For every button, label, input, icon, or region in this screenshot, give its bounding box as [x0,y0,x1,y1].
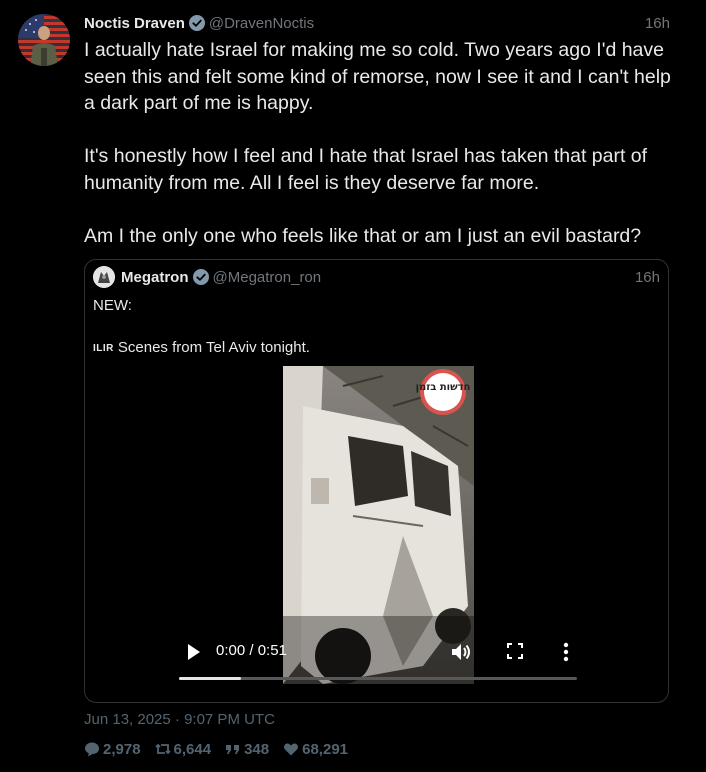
verified-icon [188,15,205,31]
video-progress-fill [179,677,241,680]
video-watermark: חדשות בזמן [416,382,471,393]
video-time: 0:00 / 0:51 [216,642,287,659]
author-handle[interactable]: @DravenNoctis [209,15,314,32]
quote-count[interactable]: 348 [225,741,269,758]
video-progress-bar[interactable] [179,677,577,680]
quote-text-line2: ILIR Scenes from Tel Aviv tonight. [93,339,310,356]
tweet-stats: 2,978 6,644 348 68,291 [84,739,362,759]
quote-icon [226,745,240,754]
video-controls: 0:00 / 0:51 [169,630,589,690]
tweet-time[interactable]: 16h [645,15,670,32]
verified-icon [192,269,209,285]
reply-count[interactable]: 2,978 [84,741,141,758]
quote-author-name[interactable]: Megatron [121,269,189,286]
retweet-count-value: 6,644 [173,740,212,758]
quote-author-handle[interactable]: @Megatron_ron [213,269,322,286]
author-avatar[interactable] [18,14,70,66]
quote-tweet[interactable]: Megatron @Megatron_ron 16h NEW: ILIR Scen… [84,259,669,703]
tweet: Noctis Draven @DravenNoctis 16h I actual… [0,0,706,772]
tweet-text: I actually hate Israel for making me so … [84,39,671,248]
play-icon[interactable] [187,644,201,660]
quote-avatar[interactable] [93,266,115,288]
like-count[interactable]: 68,291 [283,741,348,758]
quote-caption: Scenes from Tel Aviv tonight. [117,339,310,356]
volume-icon[interactable] [451,643,471,661]
tweet-date[interactable]: Jun 13, 2025 · 9:07 PM UTC [84,711,275,728]
retweet-count[interactable]: 6,644 [154,740,212,758]
author-name[interactable]: Noctis Draven [84,15,185,32]
quote-time[interactable]: 16h [635,269,660,286]
fullscreen-icon[interactable] [507,643,523,659]
reply-count-value: 2,978 [103,740,141,758]
quote-count-value: 348 [244,740,270,758]
reply-icon [85,742,99,757]
heart-icon [284,743,299,756]
flag-label: ILIR [93,343,114,354]
quote-header: Megatron @Megatron_ron 16h [93,266,660,288]
tweet-header: Noctis Draven @DravenNoctis 16h [84,12,670,34]
quote-text-line1: NEW: [93,297,132,314]
more-options-icon[interactable] [563,642,569,662]
retweet-icon [154,743,171,755]
like-count-value: 68,291 [302,740,349,758]
